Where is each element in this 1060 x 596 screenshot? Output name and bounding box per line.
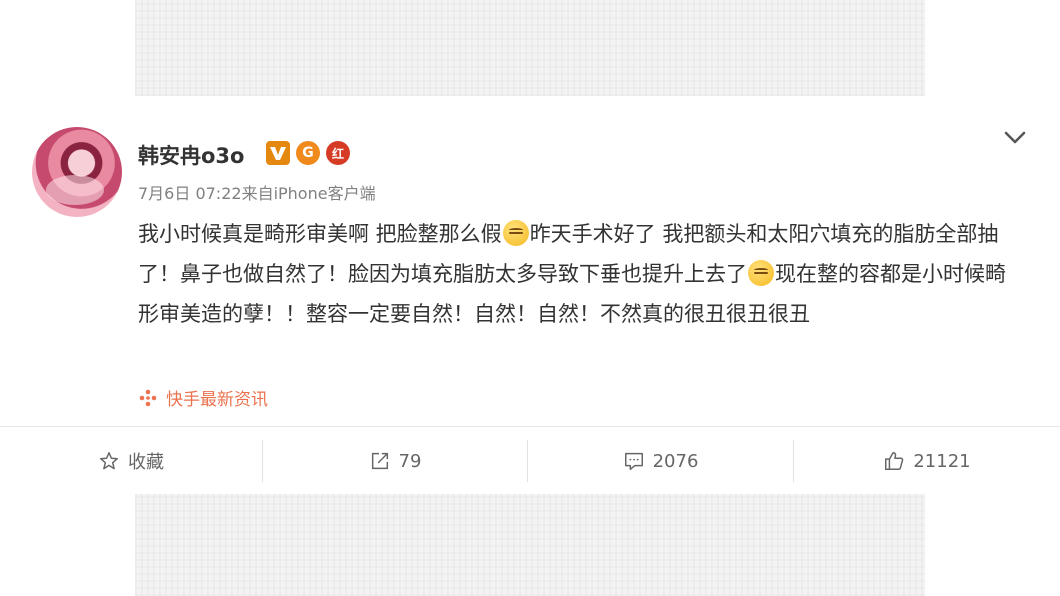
author-badges: G 红 [266,141,350,165]
emoji-icon [748,260,774,286]
verified-v-icon[interactable] [266,141,290,165]
comment-icon [624,452,643,470]
comment-count: 2076 [652,450,699,472]
action-separator [527,440,528,482]
comment-button[interactable]: 2076 [528,427,793,495]
like-button[interactable]: 21121 [794,427,1060,495]
repost-count: 79 [398,450,422,472]
blurred-next-post [135,494,925,596]
post-meta: 7月6日 07:22来自iPhone客户端 [138,180,376,204]
post-timestamp[interactable]: 7月6日 07:22 [138,184,242,203]
favorite-button[interactable]: 收藏 [0,427,262,495]
post-text-seg1: 我小时候真是畸形审美啊 把脸整那么假 [138,222,502,246]
source-link-label: 快手最新资讯 [166,390,268,410]
action-separator [793,440,794,482]
chevron-down-icon[interactable] [1002,126,1028,148]
blurred-previous-post [135,0,925,96]
action-bar: 收藏 79 2076 21121 [0,427,1060,495]
post-source: 来自iPhone客户端 [241,184,376,203]
member-level-badge[interactable]: G [296,141,320,165]
kuaishou-icon [139,389,157,406]
share-arrow-icon [371,452,388,470]
source-link[interactable]: 快手最新资讯 [138,385,268,410]
thumbs-up-icon [885,452,904,470]
post-text: 我小时候真是畸形审美啊 把脸整那么假 昨天手术好了 我把额头和太阳穴填充的脂肪全部… [138,214,1018,334]
author-name[interactable]: 韩安冉o3o [138,140,244,170]
avatar[interactable] [32,127,122,217]
action-separator [262,440,263,482]
like-count: 21121 [913,450,971,472]
repost-button[interactable]: 79 [263,427,527,495]
star-icon [100,452,118,470]
red-badge-icon[interactable]: 红 [326,141,350,165]
emoji-icon [502,220,529,246]
favorite-label: 收藏 [128,452,164,473]
